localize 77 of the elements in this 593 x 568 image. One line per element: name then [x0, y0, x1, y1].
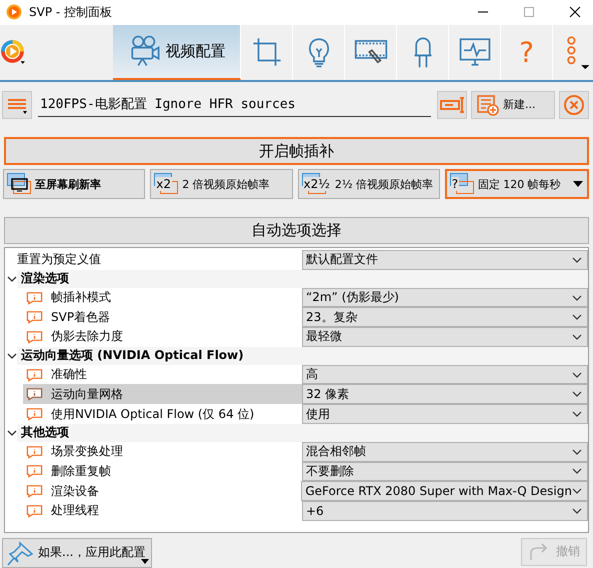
- redo-arrow-icon: [528, 542, 550, 561]
- property-value-dropdown[interactable]: 默认配置文件: [302, 250, 588, 270]
- frame-rate-mode-button[interactable]: ? 固定 120 帧每秒: [444, 169, 589, 200]
- property-name-cell[interactable]: 运动向量网格: [23, 384, 302, 404]
- frame-rate-mode-button[interactable]: x2½ 2½ 倍视频原始帧率: [298, 169, 440, 200]
- info-icon[interactable]: [26, 290, 43, 305]
- video-profile-tab[interactable]: 视频配置: [113, 24, 241, 80]
- property-name-cell[interactable]: SVP着色器: [23, 307, 302, 328]
- delete-profile-button[interactable]: [559, 90, 589, 119]
- frame-rate-icon: [7, 173, 31, 196]
- caret-icon: [572, 180, 584, 188]
- property-name-cell[interactable]: 准确性: [23, 364, 302, 384]
- chevron-icon: [572, 314, 582, 320]
- app-logo-icon: [6, 4, 22, 20]
- property-name-cell[interactable]: 伪影去除力度: [23, 327, 302, 347]
- chevron-icon: [572, 488, 582, 494]
- info-icon[interactable]: [26, 368, 43, 382]
- caret-icon: [141, 558, 149, 564]
- property-value-dropdown[interactable]: 32 像素: [302, 384, 588, 404]
- property-name-cell[interactable]: 重置为预定义值: [5, 250, 302, 270]
- info-icon[interactable]: [26, 387, 43, 402]
- property-value-dropdown[interactable]: 混合相邻帧: [302, 442, 588, 462]
- property-value-dropdown[interactable]: “2m” (伪影最少): [302, 288, 588, 308]
- multiplier-label: ?: [450, 177, 460, 192]
- group-header: 运动向量选项 (NVIDIA Optical Flow): [21, 347, 244, 364]
- property-name-cell[interactable]: 渲染设备: [23, 481, 302, 501]
- new-document-icon: [476, 94, 500, 116]
- chevron-icon: [572, 391, 582, 398]
- property-value-dropdown[interactable]: +6: [302, 500, 588, 521]
- chevron-icon: [572, 468, 582, 474]
- collapse-icon[interactable]: [7, 350, 17, 361]
- group-header: 其他选项: [21, 424, 69, 442]
- property-value-dropdown[interactable]: GeForce RTX 2080 Super with Max-Q Design: [301, 481, 588, 501]
- property-value-dropdown[interactable]: 最轻微: [302, 327, 588, 347]
- profile-name-field[interactable]: 120FPS-电影配置 Ignore HFR sources: [38, 92, 431, 118]
- apply-profile-if-button[interactable]: 如果...，应用此配置: [2, 538, 152, 568]
- rename-icon: [438, 94, 466, 115]
- multiplier-label: x2: [155, 177, 172, 192]
- new-profile-button[interactable]: 新建...: [471, 90, 555, 119]
- window-title: SVP - 控制面板: [29, 4, 112, 21]
- chevron-icon: [572, 508, 582, 514]
- property-name-cell[interactable]: 删除重复帧: [23, 462, 302, 482]
- info-icon[interactable]: [26, 330, 43, 344]
- chevron-icon: [572, 372, 582, 378]
- frame-rate-mode-button[interactable]: x2 2 倍视频原始帧率: [150, 169, 292, 200]
- info-icon[interactable]: [26, 407, 43, 421]
- info-icon[interactable]: [26, 464, 43, 478]
- info-icon[interactable]: [26, 444, 43, 459]
- property-name-cell[interactable]: 使用NVIDIA Optical Flow (仅 64 位): [23, 404, 302, 424]
- property-value-dropdown[interactable]: 不要删除: [302, 462, 588, 482]
- multiplier-label: x2½: [302, 177, 331, 192]
- info-icon[interactable]: [26, 310, 43, 324]
- auto-select-options-button[interactable]: 自动选项选择: [4, 217, 589, 244]
- profile-menu-button[interactable]: [2, 90, 32, 119]
- maximize-icon[interactable]: [523, 6, 535, 18]
- rename-button[interactable]: [437, 90, 467, 119]
- chevron-icon: [572, 334, 582, 340]
- pin-icon: [6, 540, 36, 566]
- chevron-icon: [572, 256, 582, 263]
- property-name-cell[interactable]: 处理线程: [23, 500, 302, 521]
- chevron-icon: [572, 411, 582, 417]
- property-value-dropdown[interactable]: 高: [302, 364, 588, 384]
- property-value-dropdown[interactable]: 使用: [302, 404, 588, 424]
- group-header: 渲染选项: [21, 270, 69, 288]
- chevron-icon: [572, 448, 582, 455]
- property-name-cell[interactable]: 帧插补模式: [23, 288, 302, 308]
- collapse-icon[interactable]: [7, 428, 17, 438]
- enable-interpolation-button[interactable]: 开启帧插补: [4, 136, 589, 166]
- info-icon[interactable]: [26, 504, 43, 518]
- close-icon[interactable]: [569, 6, 581, 18]
- collapse-icon[interactable]: [7, 274, 17, 284]
- frame-rate-mode-button[interactable]: 至屏幕刷新率: [3, 169, 146, 200]
- chevron-icon: [572, 294, 582, 301]
- close-icon: [563, 94, 585, 116]
- info-icon[interactable]: [26, 484, 43, 498]
- property-value-dropdown[interactable]: 23。复杂: [302, 307, 588, 328]
- property-name-cell[interactable]: 场景变换处理: [23, 442, 302, 462]
